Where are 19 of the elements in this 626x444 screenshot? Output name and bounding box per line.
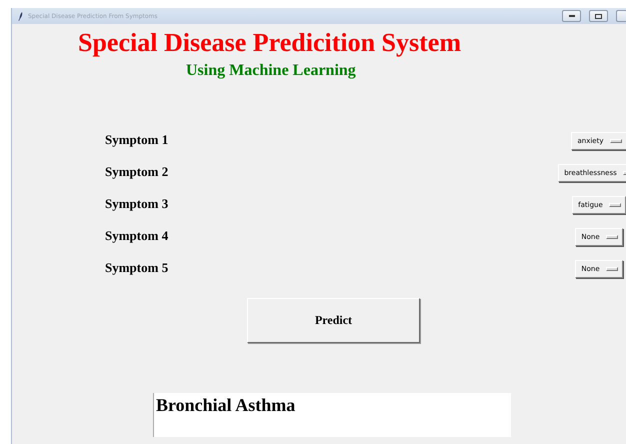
dropdown-indicator-icon — [606, 235, 618, 239]
feather-icon — [18, 12, 23, 20]
dropdown-indicator-icon — [608, 203, 621, 207]
symptom-label: Symptom 4 — [105, 228, 170, 244]
app-heading: Special Disease Predicition System — [77, 27, 462, 58]
close-button[interactable] — [616, 10, 626, 22]
result-box: Bronchial Asthma — [153, 393, 511, 437]
symptom-label: Symptom 2 — [105, 164, 170, 180]
maximize-button[interactable] — [589, 10, 608, 22]
minimize-icon — [568, 15, 574, 17]
dropdown-indicator-icon — [606, 267, 618, 271]
symptom-label: Symptom 5 — [105, 260, 170, 276]
predict-button[interactable]: Predict — [247, 298, 420, 343]
minimize-button[interactable] — [562, 10, 581, 22]
symptom-label: Symptom 1 — [105, 132, 170, 148]
symptom-label: Symptom 3 — [105, 196, 170, 212]
dropdown-indicator-icon — [610, 139, 622, 143]
maximize-icon — [595, 14, 602, 18]
app-subheading: Using Machine Learning — [185, 61, 357, 81]
